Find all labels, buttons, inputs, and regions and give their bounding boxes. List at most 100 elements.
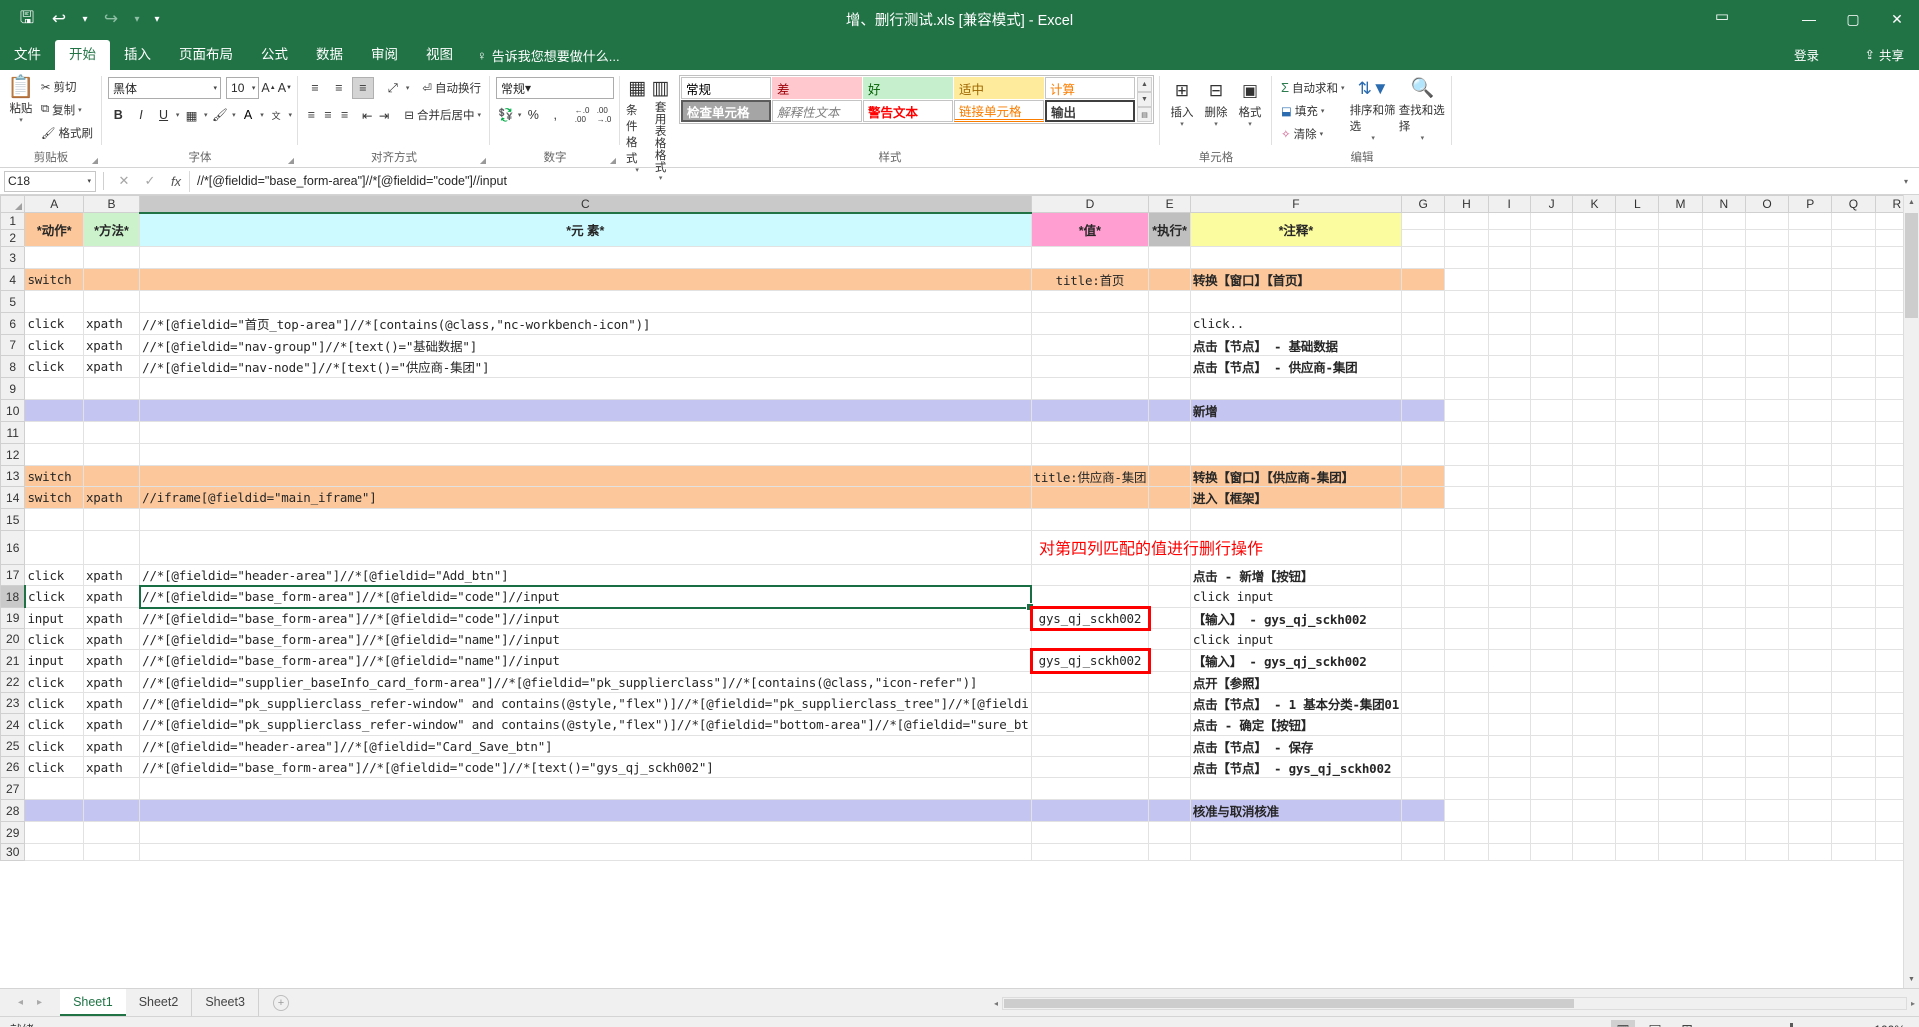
cell-K6[interactable]: [1572, 312, 1617, 335]
scroll-up-icon[interactable]: ▲: [1904, 195, 1919, 211]
phonetic-guide-button[interactable]: 文: [266, 104, 287, 126]
cell-a7[interactable]: click: [24, 334, 84, 356]
number-format-dropdown-icon[interactable]: ▾: [525, 81, 531, 95]
cell-empty[interactable]: [1658, 212, 1703, 230]
cell-N6[interactable]: [1702, 312, 1746, 335]
column-header-A[interactable]: A: [24, 195, 84, 213]
add-sheet-button[interactable]: +: [272, 994, 289, 1011]
cell-I3[interactable]: [1488, 246, 1531, 269]
cell-f11[interactable]: [1190, 421, 1403, 444]
cell-G27[interactable]: [1401, 777, 1446, 800]
row-header-18[interactable]: 18: [0, 585, 26, 608]
cell-M29[interactable]: [1658, 821, 1703, 844]
cell-L27[interactable]: [1615, 777, 1660, 800]
cell-b17[interactable]: xpath: [83, 564, 141, 586]
redo-icon[interactable]: ↪: [96, 6, 126, 32]
cell-I27[interactable]: [1488, 777, 1531, 800]
cell-N3[interactable]: [1702, 246, 1746, 269]
cell-d15[interactable]: [1031, 508, 1150, 531]
cell-H16[interactable]: [1444, 530, 1489, 565]
cell-e25[interactable]: [1148, 735, 1191, 757]
cell-H25[interactable]: [1444, 735, 1489, 757]
cell-e10[interactable]: [1148, 399, 1191, 422]
cell-d17[interactable]: [1031, 564, 1150, 586]
cell-b10[interactable]: [83, 399, 141, 422]
cell-J8[interactable]: [1530, 355, 1574, 378]
cell-K19[interactable]: [1572, 607, 1617, 629]
cell-N17[interactable]: [1702, 564, 1746, 586]
cell-e7[interactable]: [1148, 334, 1191, 356]
style-normal[interactable]: 常规: [681, 77, 771, 99]
cell-H17[interactable]: [1444, 564, 1489, 586]
cell-O13[interactable]: [1745, 465, 1790, 487]
header-comment[interactable]: *注释*: [1190, 212, 1403, 247]
cell-c21[interactable]: //*[@fieldid="base_form-area"]//*[@field…: [139, 649, 1032, 672]
cell-H28[interactable]: [1444, 799, 1489, 822]
font-size-dropdown-icon[interactable]: ▾: [252, 84, 256, 92]
cell-c29[interactable]: [139, 821, 1032, 844]
cell-P6[interactable]: [1788, 312, 1833, 335]
cell-M12[interactable]: [1658, 443, 1703, 466]
style-explanatory[interactable]: 解释性文本: [772, 100, 862, 122]
cell-P23[interactable]: [1788, 692, 1833, 714]
cell-N22[interactable]: [1702, 671, 1746, 693]
cell-K12[interactable]: [1572, 443, 1617, 466]
cell-c24[interactable]: //*[@fieldid="pk_supplierclass_refer-win…: [139, 713, 1032, 736]
cell-N9[interactable]: [1702, 377, 1746, 400]
hscroll-right-icon[interactable]: ▸: [1907, 999, 1919, 1008]
cell-d3[interactable]: [1031, 246, 1150, 269]
sheet-tab-sheet2[interactable]: Sheet2: [126, 989, 193, 1016]
scroll-down-icon[interactable]: ▼: [1904, 972, 1919, 988]
cell-K3[interactable]: [1572, 246, 1617, 269]
cell-L17[interactable]: [1615, 564, 1660, 586]
cell-a24[interactable]: click: [24, 713, 84, 736]
autosum-button[interactable]: Σ 自动求和 ▾: [1278, 77, 1348, 98]
cell-H5[interactable]: [1444, 290, 1489, 313]
cell-H6[interactable]: [1444, 312, 1489, 335]
align-center-button[interactable]: ≡: [321, 104, 336, 126]
cell-c15[interactable]: [139, 508, 1032, 531]
find-select-button[interactable]: 🔍 查找和选择 ▾: [1399, 75, 1446, 142]
cell-Q30[interactable]: [1831, 843, 1876, 861]
cell-d26[interactable]: [1031, 756, 1150, 778]
cell-N19[interactable]: [1702, 607, 1746, 629]
cell-M10[interactable]: [1658, 399, 1703, 422]
cell-e13[interactable]: [1148, 465, 1191, 487]
cell-K11[interactable]: [1572, 421, 1617, 444]
header-element[interactable]: *元 素*: [139, 212, 1032, 247]
cell-P17[interactable]: [1788, 564, 1833, 586]
cell-f18[interactable]: click input: [1190, 585, 1403, 608]
cell-L23[interactable]: [1615, 692, 1660, 714]
cell-Q19[interactable]: [1831, 607, 1876, 629]
style-output[interactable]: 输出: [1045, 100, 1135, 122]
cell-L9[interactable]: [1615, 377, 1660, 400]
cell-empty[interactable]: [1615, 229, 1660, 247]
normal-view-button[interactable]: ▦: [1611, 1019, 1635, 1027]
cell-G23[interactable]: [1401, 692, 1446, 714]
cell-c27[interactable]: [139, 777, 1032, 800]
cell-e30[interactable]: [1148, 843, 1191, 861]
cell-P28[interactable]: [1788, 799, 1833, 822]
cell-d11[interactable]: [1031, 421, 1150, 444]
cell-O7[interactable]: [1745, 334, 1790, 356]
cell-d30[interactable]: [1031, 843, 1150, 861]
cell-L30[interactable]: [1615, 843, 1660, 861]
cell-e9[interactable]: [1148, 377, 1191, 400]
cell-G21[interactable]: [1401, 649, 1446, 672]
cell-b18[interactable]: xpath: [83, 585, 141, 608]
wrap-text-button[interactable]: ⏎ 自动换行: [419, 78, 484, 99]
cell-I13[interactable]: [1488, 465, 1531, 487]
cell-empty[interactable]: [1745, 212, 1790, 230]
cell-P5[interactable]: [1788, 290, 1833, 313]
cell-H21[interactable]: [1444, 649, 1489, 672]
cell-f4[interactable]: 转换【窗口】【首页】: [1190, 268, 1403, 291]
column-header-M[interactable]: M: [1658, 195, 1703, 213]
cell-c16[interactable]: [139, 530, 1032, 565]
column-header-P[interactable]: P: [1788, 195, 1833, 213]
cell-H9[interactable]: [1444, 377, 1489, 400]
cell-Q12[interactable]: [1831, 443, 1876, 466]
page-layout-view-button[interactable]: ▤: [1643, 1020, 1667, 1027]
cell-d21[interactable]: gys_qj_sckh002: [1031, 649, 1150, 672]
cell-d18[interactable]: [1031, 585, 1150, 608]
cell-H12[interactable]: [1444, 443, 1489, 466]
